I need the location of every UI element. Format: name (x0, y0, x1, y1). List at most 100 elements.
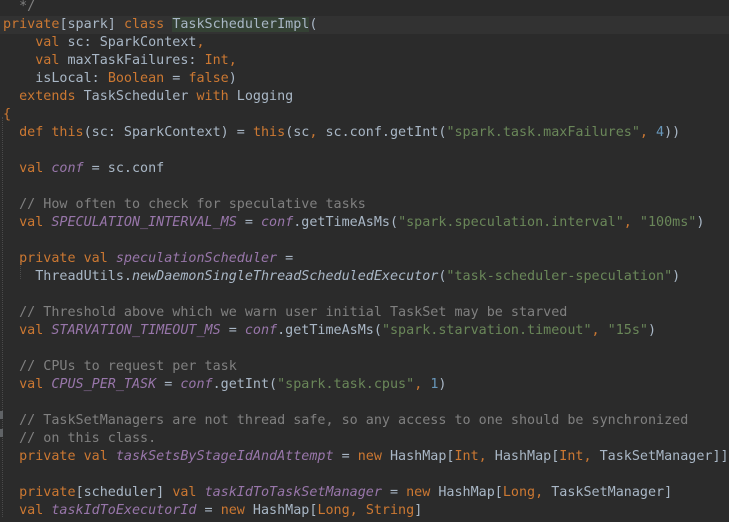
code-line[interactable] (0, 340, 729, 358)
code-line[interactable] (0, 232, 729, 250)
code-line[interactable]: val CPUS_PER_TASK = conf.getInt("spark.t… (0, 376, 729, 394)
code-line[interactable]: val STARVATION_TIMEOUT_MS = conf.getTime… (0, 322, 729, 340)
code-token: STARVATION_TIMEOUT_MS (51, 323, 221, 338)
code-line[interactable]: val SPECULATION_INTERVAL_MS = conf.getTi… (0, 214, 729, 232)
code-line[interactable] (0, 142, 729, 160)
code-token: // Threshold above which we warn user in… (3, 305, 568, 320)
code-token: TaskScheduler (75, 89, 197, 104)
code-editor[interactable]: */private[spark] class TaskSchedulerImpl… (0, 0, 729, 522)
code-token: val (19, 323, 44, 338)
code-line[interactable]: */ (0, 0, 729, 16)
code-token: def (19, 125, 44, 140)
code-token: ) (672, 269, 681, 284)
code-token: TaskSchedulerImpl (172, 17, 310, 32)
code-line[interactable]: isLocal: Boolean = false) (0, 70, 729, 88)
code-token: = (164, 71, 189, 86)
code-token: false (188, 71, 229, 86)
code-token: ) (696, 215, 705, 230)
code-line[interactable]: private[spark] class TaskSchedulerImpl( (0, 16, 729, 34)
code-token: val (19, 215, 44, 230)
code-token: maxTaskFailures: (59, 53, 205, 68)
code-token: .getInt( (212, 377, 278, 392)
code-token: HashMap[ (244, 503, 318, 518)
code-token: , (196, 35, 205, 50)
code-line[interactable] (0, 286, 729, 304)
code-line[interactable]: val taskIdToExecutorId = new HashMap[Lon… (0, 502, 729, 520)
code-line[interactable]: def this(sc: SparkContext) = this(sc, sc… (0, 124, 729, 142)
code-token: isLocal: (3, 71, 108, 86)
code-token: , (639, 125, 657, 140)
code-line[interactable]: private val taskSetsByStageIdAndAttempt … (0, 448, 729, 466)
code-line[interactable]: // TaskSetManagers are not thread safe, … (0, 412, 729, 430)
code-token: // on this class. (3, 431, 157, 446)
code-token: "15s" (607, 323, 648, 338)
code-token: val (19, 503, 44, 518)
code-token: )) (664, 125, 681, 140)
code-token: (sc: SparkContext) = (83, 125, 253, 140)
code-line[interactable] (0, 178, 729, 196)
code-token: [spark] (59, 17, 124, 32)
code-token: new (406, 485, 431, 500)
code-line[interactable]: extends TaskScheduler with Logging (0, 88, 729, 106)
code-line[interactable] (0, 394, 729, 412)
code-token: taskSetsByStageIdAndAttempt (115, 449, 334, 464)
code-line[interactable]: { (0, 106, 729, 124)
code-token: , (414, 377, 431, 392)
code-token: HashMap[ (430, 485, 503, 500)
code-token: this (51, 125, 84, 140)
code-token: private val (19, 251, 108, 266)
code-token: val (19, 377, 44, 392)
code-token: new (357, 449, 382, 464)
code-token: "spark.task.maxFailures" (446, 125, 640, 140)
code-line[interactable]: val maxTaskFailures: Int, (0, 52, 729, 70)
code-line[interactable] (0, 466, 729, 484)
code-token: (sc (285, 125, 310, 140)
code-line[interactable]: // How often to check for speculative ta… (0, 196, 729, 214)
code-token: Long, (502, 485, 544, 500)
code-token: private (3, 17, 60, 32)
code-token: .getTimeAsMs( (277, 323, 382, 338)
code-token: TaskSetManager] (543, 485, 673, 500)
code-token: conf (51, 161, 84, 176)
code-token: = (220, 323, 245, 338)
code-token: = (236, 215, 261, 230)
code-token: Boolean (107, 71, 165, 86)
code-token: = (381, 485, 407, 500)
code-token: private val (19, 449, 108, 464)
code-token: = (277, 251, 294, 266)
code-token: val (35, 35, 60, 50)
code-token: // CPUs to request per task (3, 359, 237, 374)
code-token: taskIdToTaskSetManager (204, 485, 382, 500)
code-token: HashMap[ (486, 449, 560, 464)
code-token: , (623, 215, 640, 230)
code-token: class (123, 17, 165, 32)
code-token: .getTimeAsMs( (293, 215, 399, 230)
code-line[interactable]: private[scheduler] val taskIdToTaskSetMa… (0, 484, 729, 502)
code-line[interactable]: ThreadUtils.newDaemonSingleThreadSchedul… (0, 268, 729, 286)
code-token: this (252, 125, 286, 140)
code-token: ] (414, 503, 423, 518)
code-line[interactable]: // CPUs to request per task (0, 358, 729, 376)
code-line[interactable]: // on this class. (0, 430, 729, 448)
code-token: ) (647, 323, 657, 338)
code-line[interactable]: private val speculationScheduler = (0, 250, 729, 268)
code-token: // How often to check for speculative ta… (3, 197, 366, 212)
code-token: { (3, 107, 12, 122)
code-line[interactable]: val conf = sc.conf (0, 160, 729, 178)
code-token: val (35, 53, 60, 68)
code-token: String (365, 503, 415, 518)
code-line[interactable]: // Threshold above which we warn user in… (0, 304, 729, 322)
code-token: 4 (656, 125, 665, 140)
code-line[interactable]: val sc: SparkContext, (0, 34, 729, 52)
code-token: ) (228, 71, 237, 86)
